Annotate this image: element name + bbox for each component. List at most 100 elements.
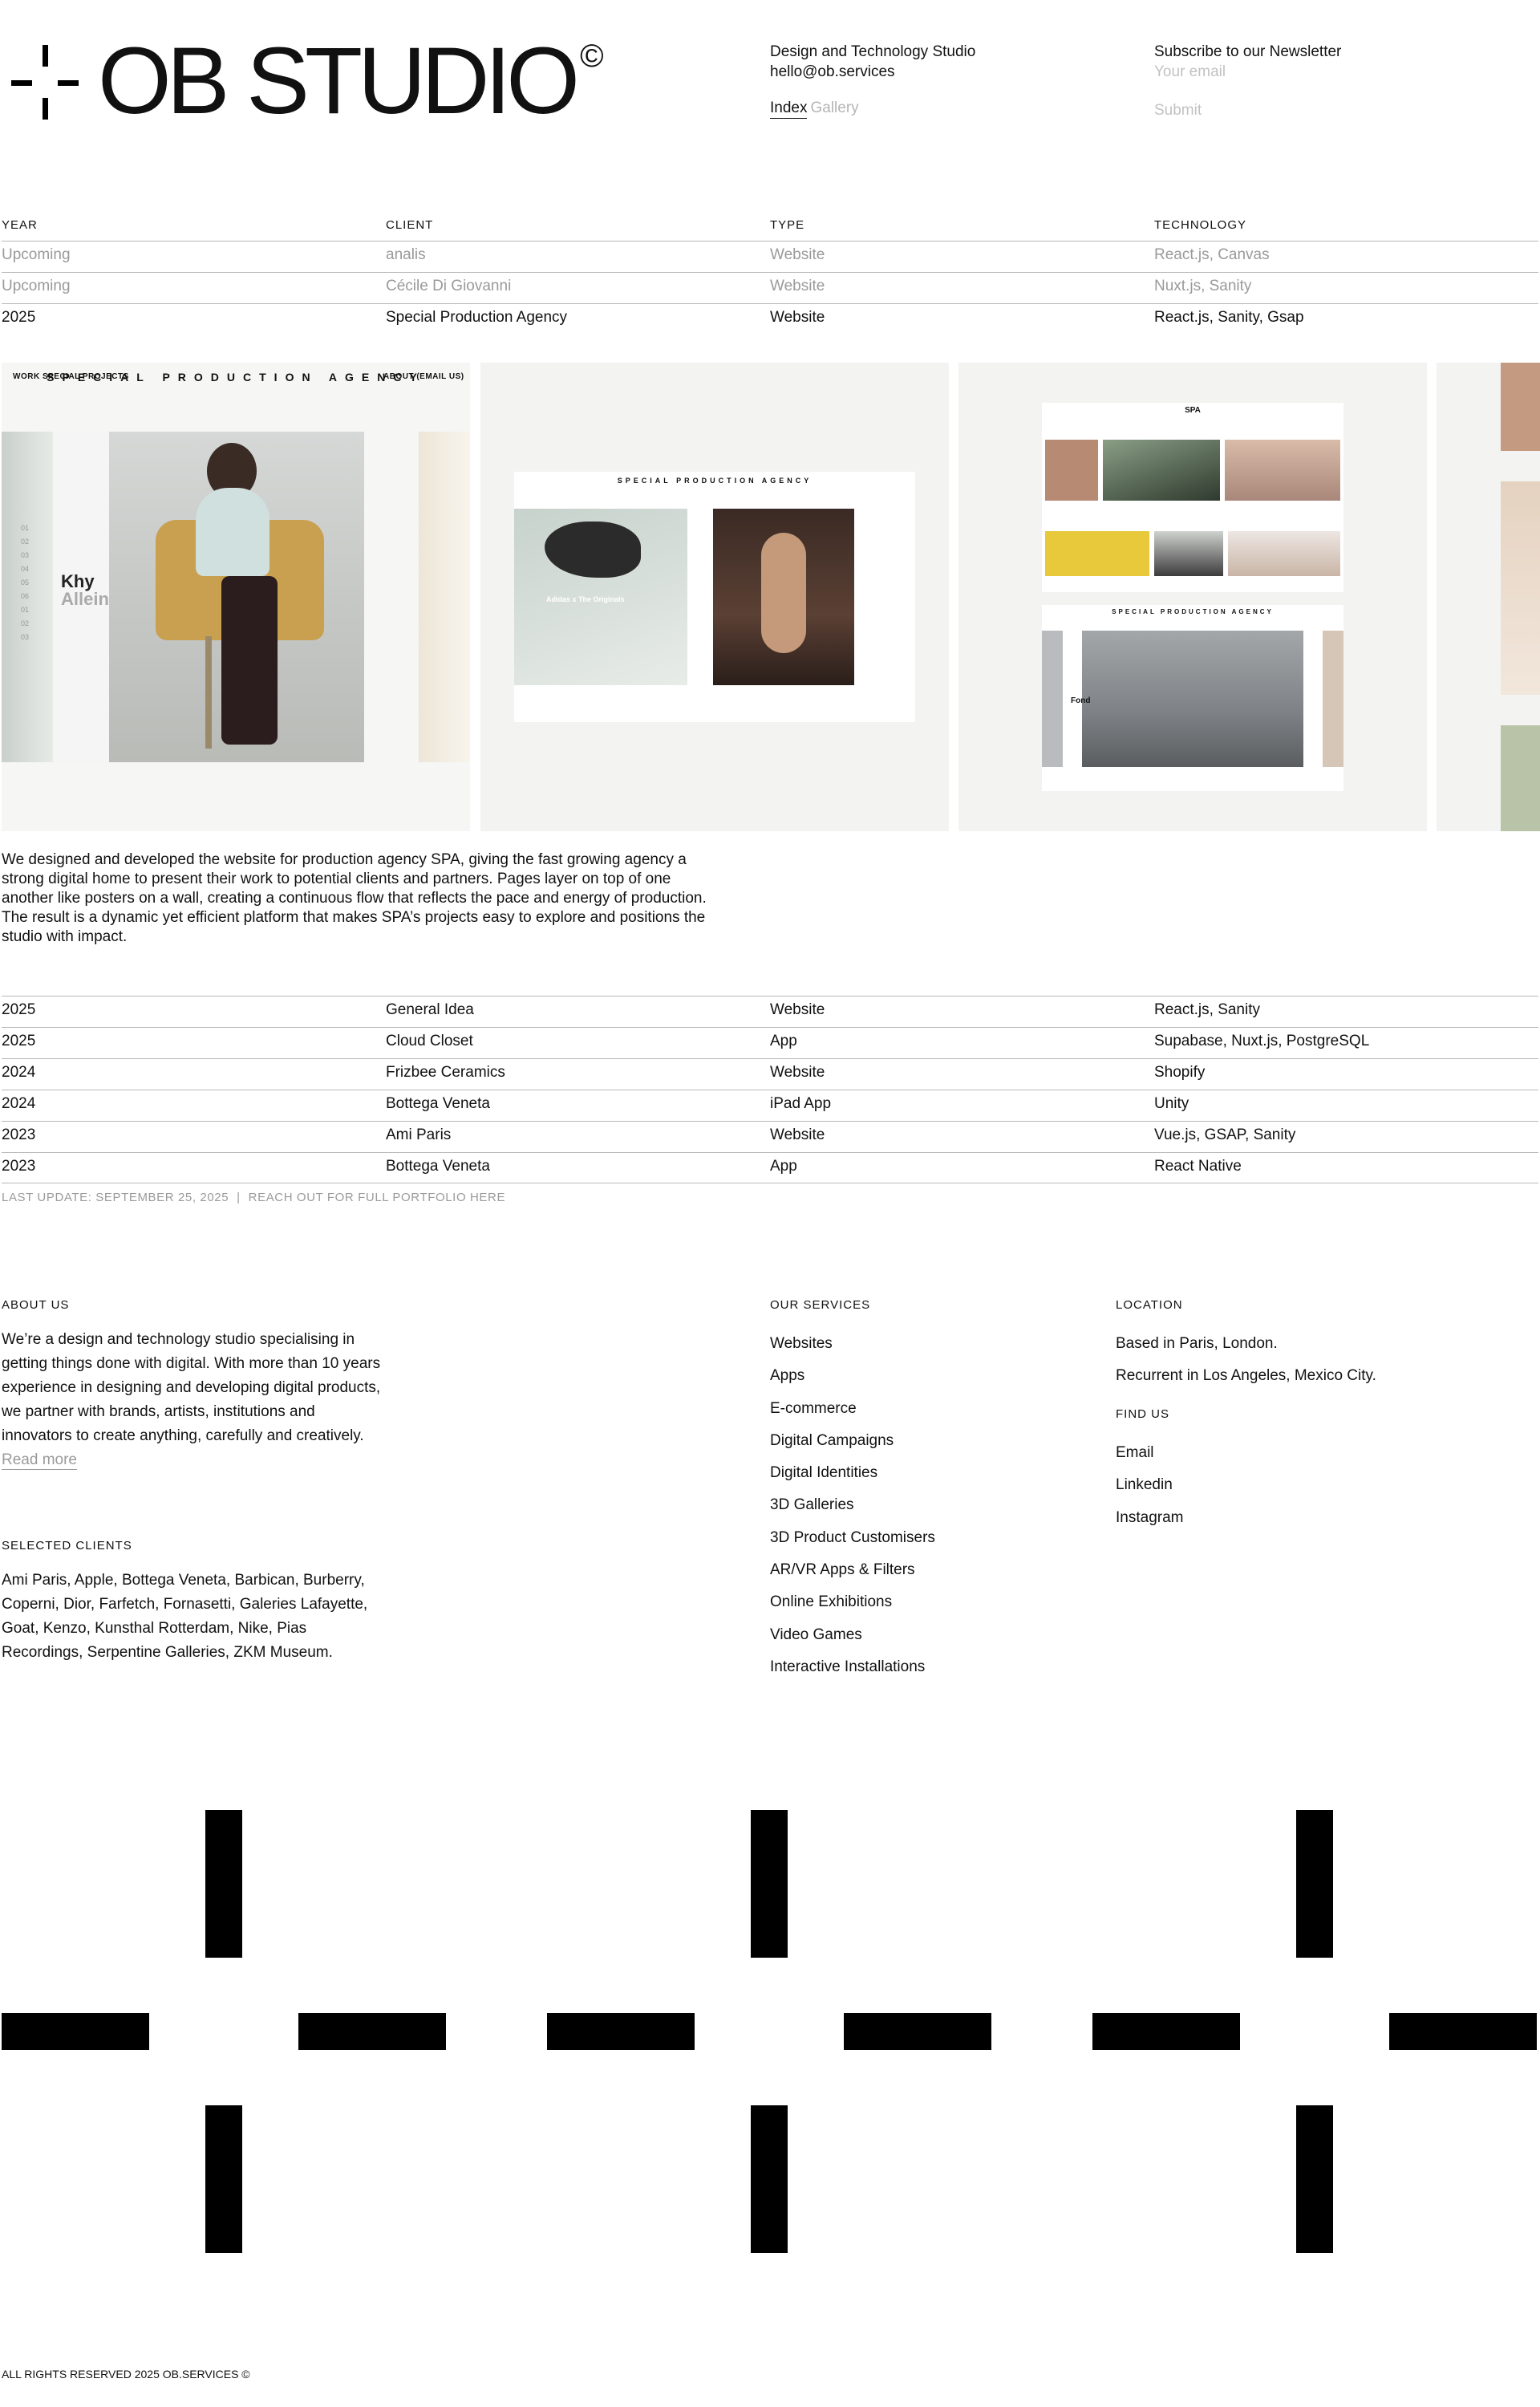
row-client: General Idea bbox=[386, 1001, 474, 1018]
services-list: Websites Apps E-commerce Digital Campaig… bbox=[770, 1328, 935, 1683]
read-more-link[interactable]: Read more bbox=[2, 1451, 77, 1470]
gallery-panel-project[interactable]: SPECIAL PRODUCTION AGENCY Adidas x The O… bbox=[480, 363, 949, 831]
project-row[interactable]: 2025 General Idea Website React.js, Sani… bbox=[2, 996, 1538, 1027]
mini-page-card: SPECIAL PRODUCTION AGENCY Adidas x The O… bbox=[514, 472, 915, 722]
cross-bar-icon bbox=[1389, 2013, 1537, 2050]
newsletter: Subscribe to our Newsletter Submit bbox=[1154, 42, 1395, 120]
newsletter-submit-button[interactable]: Submit bbox=[1154, 102, 1202, 120]
project-row[interactable]: 2024 Frizbee Ceramics Website Shopify bbox=[2, 1058, 1538, 1090]
header-year: YEAR bbox=[2, 218, 38, 232]
header-technology: TECHNOLOGY bbox=[1154, 218, 1247, 232]
service-item[interactable]: Websites bbox=[770, 1328, 935, 1360]
logo[interactable]: OB STUDIO © bbox=[11, 34, 604, 128]
project-gallery[interactable]: WORK SPECIAL PROJECTS SPECIAL PRODUCTION… bbox=[2, 363, 1540, 831]
mini-side-index: 01 02 03 04 05 06 01 02 03 bbox=[21, 524, 30, 641]
row-year: 2025 bbox=[2, 1001, 36, 1018]
clients-heading: SELECTED CLIENTS bbox=[2, 1539, 132, 1553]
row-year: 2025 bbox=[2, 1033, 36, 1049]
studio-email-link[interactable]: hello@ob.services bbox=[770, 63, 895, 80]
location-list: Based in Paris, London. Recurrent in Los… bbox=[1116, 1328, 1376, 1393]
email-link[interactable]: Email bbox=[1116, 1437, 1183, 1469]
cross-bar-icon bbox=[205, 2105, 242, 2253]
row-type: Website bbox=[770, 309, 825, 326]
photo-caption: Adidas x The Originals bbox=[546, 595, 625, 603]
separator: | bbox=[237, 1191, 241, 1204]
grid-thumb bbox=[1045, 440, 1098, 501]
project-row[interactable]: 2024 Bottega Veneta iPad App Unity bbox=[2, 1090, 1538, 1121]
row-year: Upcoming bbox=[2, 246, 71, 263]
selected-clients: SELECTED CLIENTS Ami Paris, Apple, Botte… bbox=[2, 1539, 379, 1665]
grid-thumb bbox=[1323, 631, 1343, 767]
screenshot-strip bbox=[1501, 481, 1540, 695]
full-portfolio-link[interactable]: REACH OUT FOR FULL PORTFOLIO HERE bbox=[249, 1191, 505, 1204]
grid-thumb bbox=[1103, 440, 1220, 501]
row-tech: Unity bbox=[1154, 1095, 1189, 1112]
about-section: ABOUT US We’re a design and technology s… bbox=[2, 1298, 387, 1470]
row-tech: React.js, Canvas bbox=[1154, 246, 1270, 263]
screenshot-strip bbox=[1501, 363, 1540, 451]
gallery-panel-partial[interactable] bbox=[1437, 363, 1540, 831]
social-links: Email Linkedin Instagram bbox=[1116, 1437, 1183, 1534]
screenshot-strip bbox=[419, 432, 470, 762]
cross-bar-icon bbox=[547, 2013, 695, 2050]
row-tech: React Native bbox=[1154, 1158, 1242, 1175]
row-type: App bbox=[770, 1033, 797, 1049]
row-client: Cloud Closet bbox=[386, 1033, 473, 1049]
services-section: OUR SERVICES Websites Apps E-commerce Di… bbox=[770, 1298, 935, 1683]
linkedin-link[interactable]: Linkedin bbox=[1116, 1469, 1183, 1501]
mini-nav-right: ABOUT (EMAIL US) bbox=[383, 372, 464, 381]
row-client: Bottega Veneta bbox=[386, 1095, 490, 1112]
project-row[interactable]: 2023 Bottega Veneta App React Native bbox=[2, 1152, 1538, 1183]
about-text: We’re a design and technology studio spe… bbox=[2, 1331, 381, 1444]
row-tech: Shopify bbox=[1154, 1064, 1206, 1081]
row-tech: React.js, Sanity bbox=[1154, 1001, 1260, 1018]
gallery-panel-grid[interactable]: SPA SPECIAL PRODUCTION AGENCY Fond bbox=[958, 363, 1427, 831]
mini-artist-name: Khy Allein bbox=[61, 571, 109, 609]
service-item[interactable]: Digital Campaigns bbox=[770, 1425, 935, 1457]
newsletter-email-input[interactable] bbox=[1154, 63, 1395, 81]
nav-index[interactable]: Index bbox=[770, 99, 808, 119]
gallery-panel-homepage[interactable]: WORK SPECIAL PROJECTS SPECIAL PRODUCTION… bbox=[2, 363, 470, 831]
project-row[interactable]: Upcoming analis Website React.js, Canvas bbox=[2, 241, 1538, 272]
service-item[interactable]: 3D Galleries bbox=[770, 1489, 935, 1521]
project-row-active[interactable]: 2025 Special Production Agency Website R… bbox=[2, 303, 1538, 335]
project-row[interactable]: 2025 Cloud Closet App Supabase, Nuxt.js,… bbox=[2, 1027, 1538, 1058]
cross-bar-icon bbox=[844, 2013, 991, 2050]
service-item[interactable]: Video Games bbox=[770, 1619, 935, 1651]
grid-thumb bbox=[1154, 531, 1223, 576]
service-item[interactable]: Interactive Installations bbox=[770, 1651, 935, 1683]
row-client: Ami Paris bbox=[386, 1126, 452, 1143]
project-description: We designed and developed the website fo… bbox=[2, 851, 707, 945]
row-type: iPad App bbox=[770, 1095, 832, 1112]
service-item[interactable]: Online Exhibitions bbox=[770, 1586, 935, 1618]
street-photo bbox=[1082, 631, 1303, 767]
view-nav: Index Gallery bbox=[770, 99, 859, 119]
row-year: Upcoming bbox=[2, 278, 71, 294]
cross-bar-icon bbox=[205, 1810, 242, 1958]
cross-bar-icon bbox=[1092, 2013, 1240, 2050]
services-heading: OUR SERVICES bbox=[770, 1298, 871, 1312]
photo-caption: Fond bbox=[1071, 696, 1091, 705]
row-year: 2025 bbox=[2, 309, 36, 326]
clients-text: Ami Paris, Apple, Bottega Veneta, Barbic… bbox=[2, 1572, 368, 1661]
service-item[interactable]: E-commerce bbox=[770, 1393, 935, 1425]
project-row[interactable]: 2023 Ami Paris Website Vue.js, GSAP, San… bbox=[2, 1121, 1538, 1152]
mini-page-card: SPECIAL PRODUCTION AGENCY Fond bbox=[1042, 605, 1343, 791]
service-item[interactable]: AR/VR Apps & Filters bbox=[770, 1554, 935, 1586]
hero-photo bbox=[109, 432, 364, 762]
find-us-section: FIND US Email Linkedin Instagram bbox=[1116, 1407, 1183, 1534]
cross-bar-icon bbox=[298, 2013, 446, 2050]
project-photo bbox=[713, 509, 854, 685]
service-item[interactable]: Apps bbox=[770, 1360, 935, 1392]
grid-thumb bbox=[1228, 531, 1340, 576]
nav-gallery[interactable]: Gallery bbox=[810, 99, 858, 116]
logo-cross-icon bbox=[11, 45, 82, 124]
project-row[interactable]: Upcoming Cécile Di Giovanni Website Nuxt… bbox=[2, 272, 1538, 303]
row-tech: Nuxt.js, Sanity bbox=[1154, 278, 1252, 294]
service-item[interactable]: Digital Identities bbox=[770, 1457, 935, 1489]
copyright-text: ALL RIGHTS RESERVED 2025 OB.SERVICES © bbox=[2, 2368, 250, 2381]
mini-page-card: SPA bbox=[1042, 403, 1343, 592]
service-item[interactable]: 3D Product Customisers bbox=[770, 1522, 935, 1554]
instagram-link[interactable]: Instagram bbox=[1116, 1502, 1183, 1534]
cross-bar-icon bbox=[1296, 2105, 1333, 2253]
